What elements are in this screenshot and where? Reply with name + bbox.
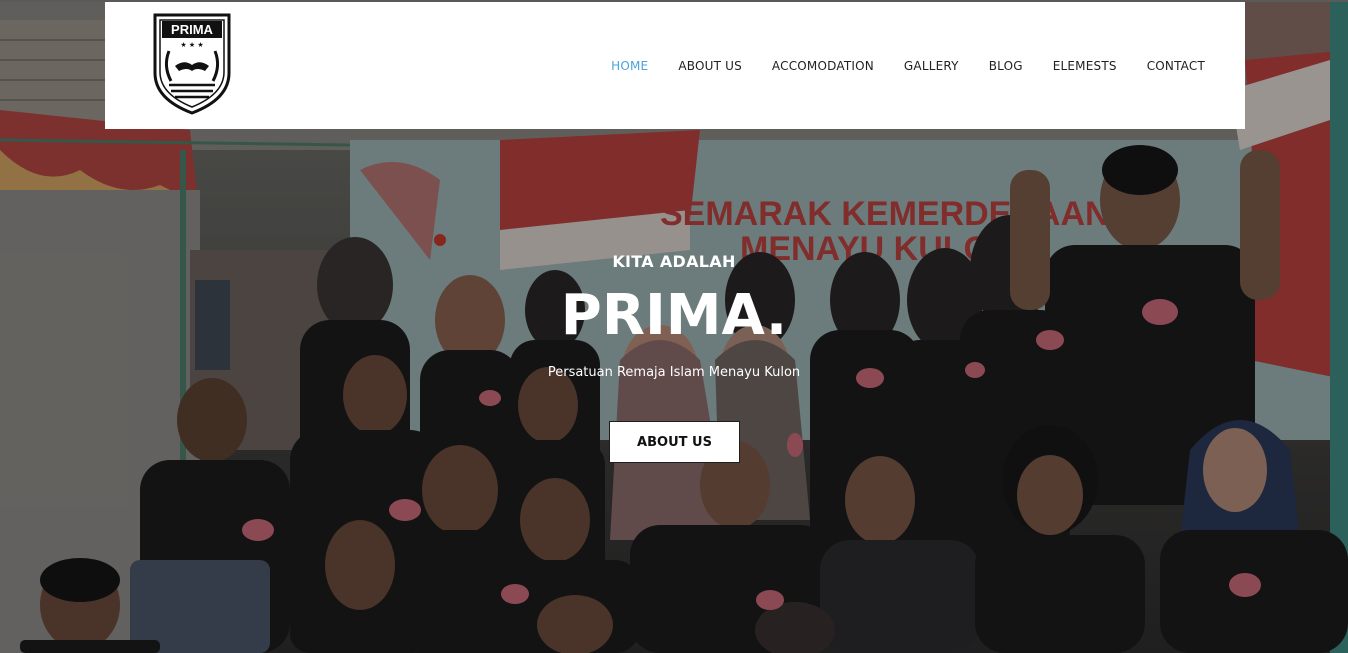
nav-item-elements[interactable]: ELEMESTS	[1038, 59, 1132, 73]
nav-item-blog[interactable]: BLOG	[974, 59, 1038, 73]
nav-item-gallery[interactable]: GALLERY	[889, 59, 974, 73]
nav-item-home[interactable]: HOME	[596, 59, 663, 73]
nav-item-contact[interactable]: CONTACT	[1132, 59, 1220, 73]
hero-subtitle: Persatuan Remaja Islam Menayu Kulon	[547, 365, 801, 380]
star-icon: ★ ★ ★	[180, 41, 203, 49]
nav-item-accomodation[interactable]: ACCOMODATION	[757, 59, 889, 73]
landing-page: SEMARAK KEMERDEKAAN MENAYU KULON PRIMA ★…	[0, 0, 1348, 653]
about-us-button[interactable]: ABOUT US	[609, 421, 740, 463]
logo-text: PRIMA	[171, 22, 214, 37]
prima-logo[interactable]: PRIMA ★ ★ ★	[149, 11, 235, 115]
nav-item-about-us[interactable]: ABOUT US	[663, 59, 757, 73]
hero-kicker: KITA ADALAH	[612, 252, 736, 271]
hero-title: PRIMA.	[560, 283, 788, 348]
site-header: PRIMA ★ ★ ★ HOME ABOUT US ACCOMODATION G…	[105, 2, 1245, 129]
main-nav: HOME ABOUT US ACCOMODATION GALLERY BLOG …	[596, 2, 1220, 129]
